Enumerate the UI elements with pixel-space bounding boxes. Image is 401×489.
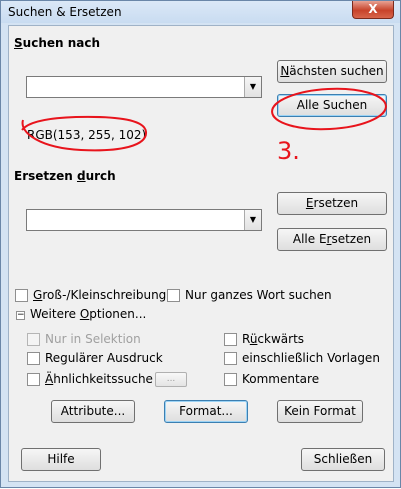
window-close-button[interactable]: X	[352, 1, 394, 19]
collapse-toggle-icon[interactable]: −	[16, 311, 25, 320]
whole-word-checkbox[interactable]	[167, 289, 180, 302]
attributes-button[interactable]: Attribute...	[51, 400, 135, 423]
search-input[interactable]: ▼	[26, 76, 262, 98]
selection-only-label: Nur in Selektion	[45, 332, 141, 346]
search-dropdown-arrow-icon[interactable]: ▼	[244, 77, 261, 97]
replace-input[interactable]: ▼	[26, 209, 262, 231]
match-case-checkbox[interactable]	[15, 289, 28, 302]
no-format-button[interactable]: Kein Format	[277, 400, 363, 423]
find-all-button[interactable]: Alle Suchen	[277, 94, 387, 117]
similarity-checkbox[interactable]	[27, 373, 40, 386]
whole-word-label: Nur ganzes Wort suchen	[185, 288, 332, 302]
comments-label: Kommentare	[242, 372, 320, 386]
close-button[interactable]: Schließen	[301, 448, 385, 471]
selection-only-checkbox[interactable]	[27, 333, 40, 346]
replace-dropdown-arrow-icon[interactable]: ▼	[244, 210, 261, 230]
selected-format-text: RGB(153, 255, 102)	[27, 128, 147, 142]
more-options-label[interactable]: Weitere Optionen...	[30, 307, 146, 321]
include-styles-checkbox[interactable]	[224, 352, 237, 365]
regex-label: Regulärer Ausdruck	[45, 351, 163, 365]
replace-all-button[interactable]: Alle Ersetzen	[277, 228, 387, 251]
replace-button[interactable]: Ersetzen	[277, 192, 387, 215]
help-button[interactable]: Hilfe	[21, 448, 101, 471]
replace-section-label: Ersetzen durch	[14, 169, 116, 183]
find-replace-dialog: Suchen & Ersetzen X Suchen nach ▼ RGB(15…	[0, 0, 401, 488]
window-title: Suchen & Ersetzen	[8, 5, 122, 19]
find-next-button[interactable]: Nächsten suchen	[277, 60, 387, 83]
comments-checkbox[interactable]	[224, 373, 237, 386]
include-styles-label: einschließlich Vorlagen	[242, 351, 380, 365]
format-button[interactable]: Format...	[164, 400, 248, 423]
similarity-settings-button[interactable]: ...	[155, 372, 187, 387]
similarity-label: Ähnlichkeitssuche	[45, 372, 153, 386]
dialog-body: Suchen nach ▼ RGB(153, 255, 102) Nächste…	[8, 25, 394, 482]
regex-checkbox[interactable]	[27, 352, 40, 365]
search-section-label: Suchen nach	[14, 36, 101, 50]
match-case-label: Groß-/Kleinschreibung	[33, 288, 167, 302]
title-bar: Suchen & Ersetzen X	[1, 1, 400, 23]
backwards-checkbox[interactable]	[224, 333, 237, 346]
backwards-label: Rückwärts	[242, 332, 305, 346]
